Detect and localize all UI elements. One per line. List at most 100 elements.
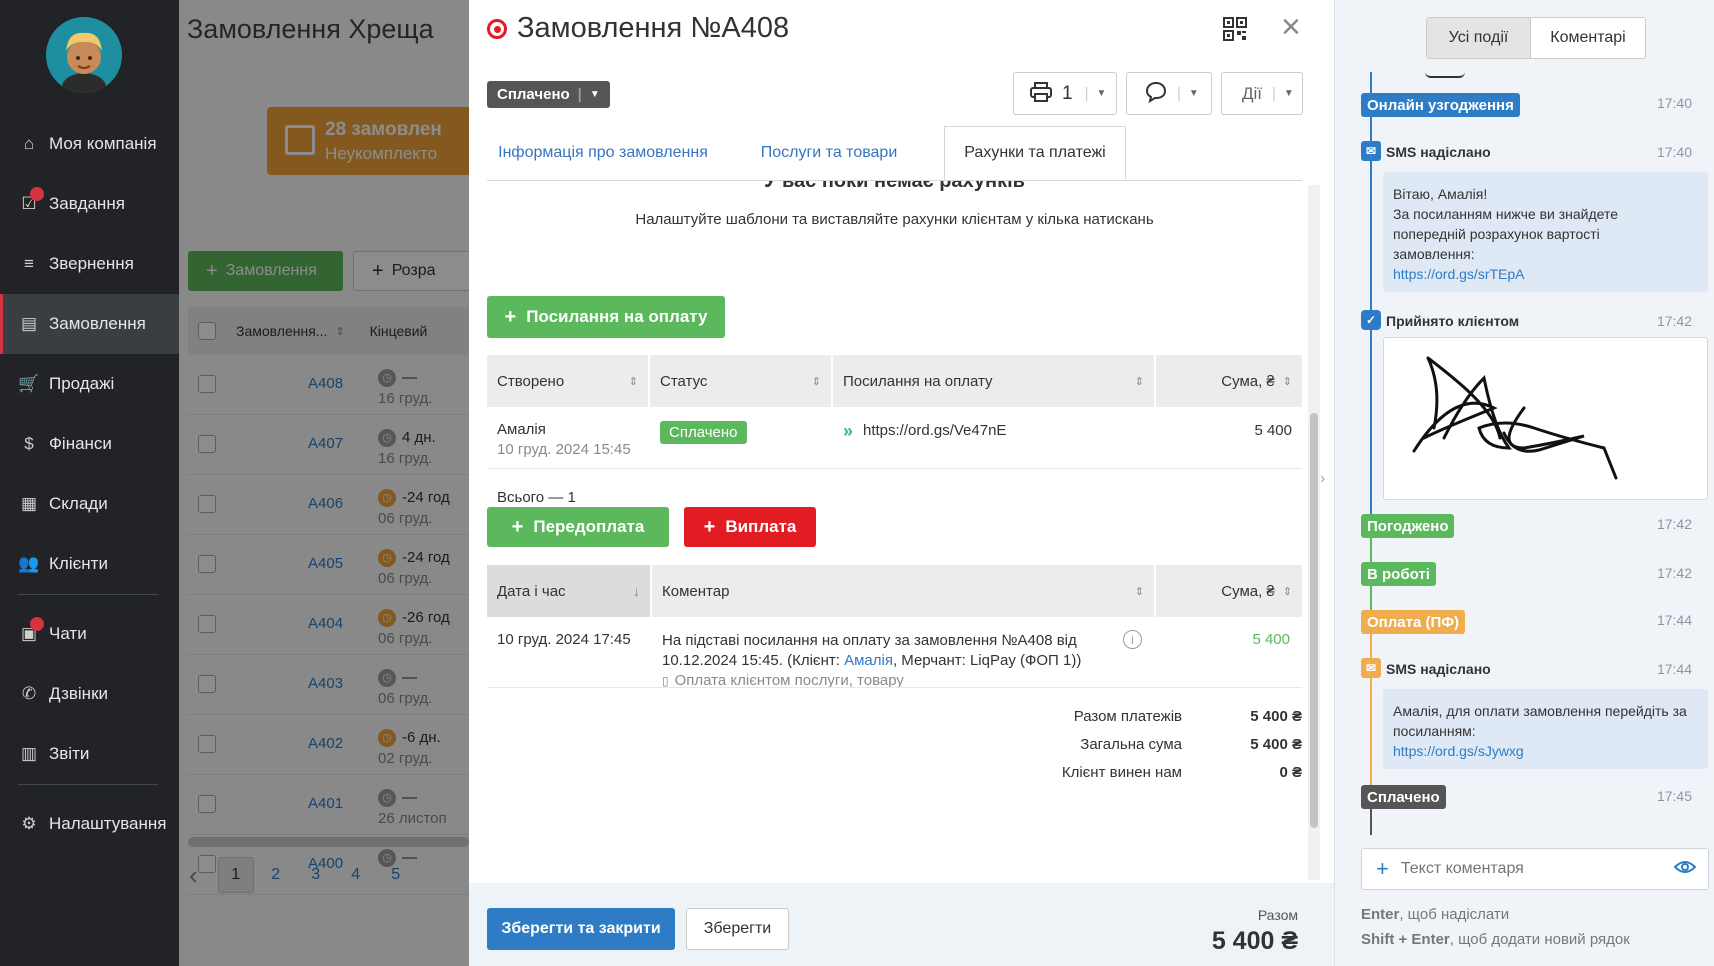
reports-icon: ▥ <box>20 744 38 763</box>
sidebar-item-label: Чати <box>49 624 87 643</box>
cart-icon: 🛒 <box>18 374 40 393</box>
notification-badge <box>30 187 44 201</box>
sms-link[interactable]: https://ord.gs/sJywxg <box>1393 741 1698 761</box>
client-link[interactable]: Амалія <box>844 652 893 669</box>
message-dropdown[interactable]: | ▼ <box>1126 72 1212 115</box>
tab-order-info[interactable]: Інформація про замовлення <box>487 126 719 180</box>
save-close-button[interactable]: Зберегти та закрити <box>487 908 675 950</box>
plus-icon[interactable]: + <box>1376 856 1389 882</box>
col-created[interactable]: Створено ⇕ <box>487 355 648 407</box>
comment-input-box[interactable]: + <box>1361 848 1709 890</box>
tasks-icon: ☑ <box>18 187 44 215</box>
nav-divider <box>18 784 158 785</box>
collapse-chevron-icon[interactable]: › <box>1320 470 1334 500</box>
event-time: 17:40 <box>1656 144 1692 160</box>
scrollbar-thumb[interactable] <box>1310 413 1318 828</box>
check-badge-icon: ✓ <box>1361 310 1381 330</box>
summary-value: 5 400 ₴ <box>1250 736 1302 753</box>
sidebar-item-label: Дзвінки <box>49 684 109 703</box>
summary-value: 0 ₴ <box>1279 764 1302 781</box>
status-dropdown[interactable]: Сплачено | ▼ <box>487 81 610 108</box>
payout-label: Виплата <box>725 517 797 536</box>
event-accepted-title: Прийнято клієнтом <box>1386 313 1520 329</box>
actions-dropdown[interactable]: Дії | ▼ <box>1221 72 1303 115</box>
sort-icon: ⇕ <box>1134 585 1144 598</box>
modal-overlay[interactable] <box>179 0 469 966</box>
sidebar-item[interactable]: ⚙ Налаштування <box>0 794 179 854</box>
payment-comment: На підставі посилання на оплату за замов… <box>662 631 1092 691</box>
sidebar-item[interactable]: ≡ Звернення <box>0 234 179 294</box>
events-panel: Усі події Коментарі Онлайн узгодження 17… <box>1334 0 1714 966</box>
col-status[interactable]: Статус ⇕ <box>650 355 831 407</box>
sidebar-item[interactable]: 👥 Клієнти <box>0 534 179 594</box>
event-sms-title: SMS надіслано <box>1386 661 1491 677</box>
qr-code-icon[interactable] <box>1223 17 1247 41</box>
sort-icon: ⇕ <box>628 375 638 388</box>
sidebar-item[interactable]: 🛒 Продажі <box>0 354 179 414</box>
payment-sum: 5 400 <box>1252 631 1290 648</box>
pay-link-button[interactable]: + Посилання на оплату <box>487 296 725 338</box>
eye-icon[interactable] <box>1673 859 1697 879</box>
chat-icon: ▣ <box>18 617 44 645</box>
print-dropdown[interactable]: 1 | ▼ <box>1013 72 1117 115</box>
total-value: 5 400 ₴ <box>1211 927 1298 955</box>
sidebar-item[interactable]: ▤ Замовлення <box>0 294 179 354</box>
tab-comments[interactable]: Коментарі <box>1531 18 1645 58</box>
sidebar-item[interactable]: ☑ Завдання <box>0 174 179 234</box>
chevron-down-icon: ▼ <box>1096 88 1107 99</box>
summary-value: 5 400 ₴ <box>1250 708 1302 725</box>
payout-button[interactable]: + Виплата <box>684 507 816 547</box>
sidebar-item-label: Замовлення <box>49 314 146 333</box>
close-icon[interactable]: × <box>1281 10 1301 44</box>
sms-link[interactable]: https://ord.gs/srTEpA <box>1393 264 1698 284</box>
orders-icon: ▤ <box>20 314 38 333</box>
info-icon[interactable]: i <box>1123 630 1142 649</box>
event-sms-title: SMS надіслано <box>1386 144 1491 160</box>
col-datetime[interactable]: Дата і час ↓ <box>487 565 650 617</box>
prepayment-button[interactable]: + Передоплата <box>487 507 669 547</box>
double-chevron-icon: » <box>843 421 854 441</box>
client-signature-image <box>1383 337 1708 500</box>
sidebar-item[interactable]: ▦ Склади <box>0 474 179 534</box>
timeline-line-orange <box>1370 610 1372 800</box>
order-modal: Замовлення №A408 × Сплачено | ▼ 1 | ▼ | … <box>469 0 1334 966</box>
col-sum[interactable]: Сума, ₴ ⇕ <box>1156 355 1302 407</box>
sort-desc-icon: ↓ <box>633 583 640 599</box>
hint-shift-enter: Shift + Enter, щоб додати новий рядок <box>1361 931 1630 948</box>
col-pay-link[interactable]: Посилання на оплату ⇕ <box>833 355 1154 407</box>
vertical-scrollbar[interactable] <box>1308 185 1320 880</box>
sort-icon: ⇕ <box>1282 585 1292 598</box>
sort-icon: ⇕ <box>1282 375 1292 388</box>
actions-label: Дії <box>1242 83 1263 103</box>
tab-all-events[interactable]: Усі події <box>1427 18 1531 58</box>
sidebar-item[interactable]: $ Фінанси <box>0 414 179 474</box>
link-row-url[interactable]: https://ord.gs/Ve47nE <box>863 422 1006 439</box>
chevron-down-icon: ▼ <box>1283 88 1294 99</box>
sidebar-item[interactable]: ✆ Дзвінки <box>0 664 179 724</box>
save-button[interactable]: Зберегти <box>686 908 789 950</box>
tab-services[interactable]: Послуги та товари <box>729 126 929 180</box>
col-comment[interactable]: Коментар ⇕ <box>652 565 1154 617</box>
hint-enter: Enter, щоб надіслати <box>1361 906 1510 923</box>
user-avatar[interactable] <box>46 17 122 93</box>
sidebar-item-label: Клієнти <box>49 554 108 573</box>
sidebar-item[interactable]: ▣ Чати <box>0 604 179 664</box>
payment-comment-merchant: , Мерчант: LiqPay (ФОП 1)) <box>892 652 1082 669</box>
print-count: 1 <box>1062 82 1073 104</box>
sidebar-item[interactable]: ▥ Звіти <box>0 724 179 784</box>
dollar-icon: $ <box>24 434 34 453</box>
sidebar-item-label: Налаштування <box>49 814 167 833</box>
event-payment-pf: Оплата (ПФ) <box>1361 610 1466 634</box>
event-approved: Погоджено <box>1361 514 1455 538</box>
summary-label: Разом платежів <box>1073 708 1182 725</box>
phone-icon: ✆ <box>21 684 37 703</box>
sidebar-item[interactable]: ⌂ Моя компанія <box>0 114 179 174</box>
plus-icon: + <box>703 515 716 538</box>
comment-input[interactable] <box>1400 860 1661 878</box>
col-pay-sum[interactable]: Сума, ₴ ⇕ <box>1156 565 1302 617</box>
sidebar-item-label: Продажі <box>49 374 115 393</box>
prepayment-label: Передоплата <box>533 517 645 536</box>
tab-invoices[interactable]: Рахунки та платежі <box>944 126 1126 180</box>
home-icon: ⌂ <box>23 134 35 153</box>
sms-message: Амалія, для оплати замовлення перейдіть … <box>1383 689 1708 769</box>
